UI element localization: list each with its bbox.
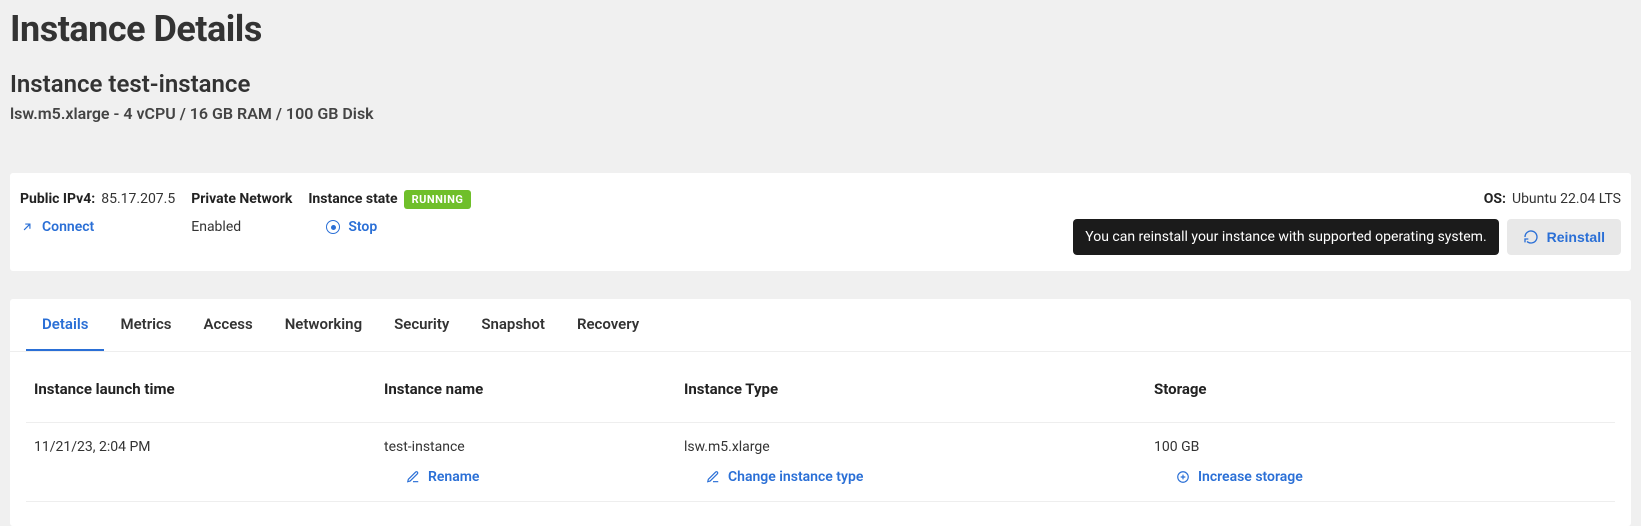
instance-state-label: Instance state (308, 191, 397, 207)
cell-name: test-instance Rename (384, 439, 684, 485)
os-cell: OS: Ubuntu 22.04 LTS You can reinstall y… (1073, 189, 1621, 255)
tab-details[interactable]: Details (26, 299, 104, 351)
table-header: Instance launch time Instance name Insta… (26, 368, 1615, 422)
arrow-up-right-icon (20, 220, 34, 234)
public-ipv4-value: 85.17.207.5 (101, 191, 175, 207)
increase-storage-label: Increase storage (1198, 469, 1303, 485)
private-network-label: Private Network (191, 191, 292, 207)
summary-bar: Public IPv4: 85.17.207.5 Connect Private… (10, 173, 1631, 271)
tab-security[interactable]: Security (378, 299, 465, 351)
reinstall-label: Reinstall (1547, 229, 1605, 245)
instance-name-heading: Instance test-instance (10, 70, 1631, 104)
status-badge: RUNNING (404, 190, 472, 209)
os-value: Ubuntu 22.04 LTS (1512, 191, 1621, 207)
connect-label: Connect (42, 219, 94, 235)
tab-row: Details Metrics Access Networking Securi… (10, 299, 1631, 352)
plus-circle-icon (1176, 470, 1190, 484)
col-storage: Storage (1154, 380, 1607, 398)
storage-value: 100 GB (1154, 439, 1607, 455)
page-title: Instance Details (10, 0, 1631, 70)
rename-label: Rename (428, 469, 479, 485)
tab-snapshot[interactable]: Snapshot (465, 299, 561, 351)
col-type: Instance Type (684, 380, 1154, 398)
tab-recovery[interactable]: Recovery (561, 299, 655, 351)
reinstall-button[interactable]: Reinstall (1507, 219, 1621, 255)
type-value: lsw.m5.xlarge (684, 439, 1154, 455)
reinstall-icon (1523, 229, 1539, 245)
cell-launch-time: 11/21/23, 2:04 PM (34, 439, 384, 455)
change-type-button[interactable]: Change instance type (684, 469, 1154, 485)
tabs-panel: Details Metrics Access Networking Securi… (10, 299, 1631, 526)
tab-networking[interactable]: Networking (269, 299, 378, 351)
private-network-cell: Private Network Enabled (191, 189, 292, 235)
instance-title-prefix: Instance (10, 70, 102, 98)
public-ipv4-label: Public IPv4: (20, 191, 95, 207)
connect-button[interactable]: Connect (20, 219, 175, 235)
name-value: test-instance (384, 439, 684, 455)
cell-type: lsw.m5.xlarge Change instance type (684, 439, 1154, 485)
col-name: Instance name (384, 380, 684, 398)
reinstall-tooltip: You can reinstall your instance with sup… (1073, 219, 1498, 255)
stop-icon (326, 220, 340, 234)
launch-time-value: 11/21/23, 2:04 PM (34, 439, 384, 455)
stop-button[interactable]: Stop (308, 219, 471, 235)
change-type-label: Change instance type (728, 469, 863, 485)
tab-access[interactable]: Access (188, 299, 269, 351)
rename-button[interactable]: Rename (384, 469, 684, 485)
public-ipv4-cell: Public IPv4: 85.17.207.5 Connect (20, 189, 175, 235)
col-launch-time: Instance launch time (34, 380, 384, 398)
pencil-icon (406, 470, 420, 484)
os-label: OS: (1484, 191, 1506, 207)
increase-storage-button[interactable]: Increase storage (1154, 469, 1607, 485)
instance-state-cell: Instance state RUNNING Stop (308, 189, 471, 235)
tab-metrics[interactable]: Metrics (104, 299, 187, 351)
instance-spec: lsw.m5.xlarge - 4 vCPU / 16 GB RAM / 100… (10, 104, 1631, 173)
cell-storage: 100 GB Increase storage (1154, 439, 1607, 485)
instance-name-value: test-instance (108, 70, 250, 98)
table-row: 11/21/23, 2:04 PM test-instance Rename l… (26, 422, 1615, 502)
private-network-value: Enabled (191, 219, 292, 235)
pencil-icon (706, 470, 720, 484)
stop-label: Stop (348, 219, 377, 235)
details-table: Instance launch time Instance name Insta… (10, 352, 1631, 526)
